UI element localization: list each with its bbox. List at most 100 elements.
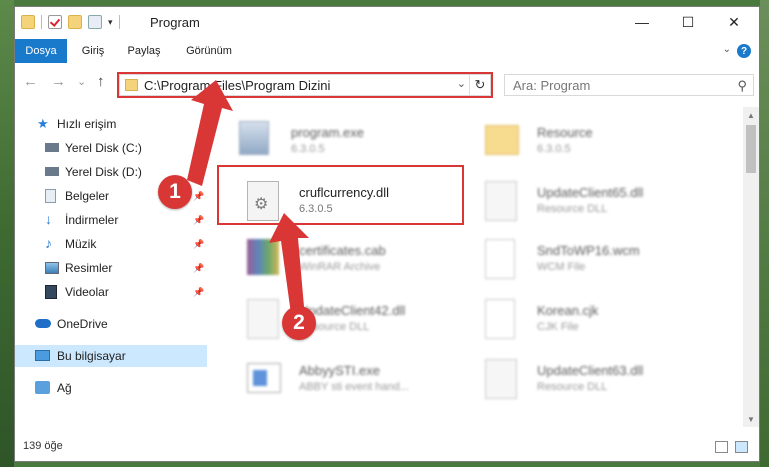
file-name: UpdateClient65.dll [537,185,644,200]
item-count: 139 öğe [23,440,63,452]
ribbon-tabs: Dosya Giriş Paylaş Görünüm ⌄ ? [15,39,759,64]
pin-icon[interactable]: 📌 [193,167,204,178]
download-icon: ↓ [45,211,52,227]
minimize-button[interactable]: — [619,7,665,37]
close-button[interactable]: ✕ [711,7,757,37]
videos-icon [45,285,57,299]
file-name: Korean.cjk [537,303,599,318]
file-tile[interactable]: Resource 6.3.0.5 [485,117,715,167]
folder-icon [485,125,519,155]
file-detail: 6.3.0.5 [291,143,325,155]
cloud-icon [35,319,51,328]
file-name: SndToWP16.wcm [537,243,640,258]
file-tile[interactable]: UpdateClient63.dll Resource DLL [485,355,715,405]
status-bar: 139 öğe [15,435,759,461]
window-title: Program [150,15,200,30]
file-name: AbbyySTI.exe [299,363,380,378]
file-name: UpdateClient42.dll [299,303,406,318]
title-bar: ▾ Program — ☐ ✕ [15,7,759,39]
details-view-icon[interactable] [715,441,728,453]
file-detail: CJK File [537,321,579,333]
sidebar-item-videos[interactable]: Videolar 📌 [15,281,207,303]
forward-button[interactable]: → [51,73,66,90]
computer-icon [35,350,50,361]
blank-file-icon [485,239,515,279]
sidebar-item-downloads[interactable]: ↓ İndirmeler 📌 [15,209,207,231]
sidebar-item-label: Hızlı erişim [57,117,117,131]
navigation-bar: ← → ⌄ ↑ C:\Program Files\Program Dizini … [15,63,759,101]
file-detail: 6.3.0.5 [537,143,571,155]
up-button[interactable]: ↑ [97,73,105,90]
file-name: program.exe [291,125,364,140]
sidebar-item-label: İndirmeler [65,213,119,227]
sidebar-item-music[interactable]: ♪ Müzik 📌 [15,233,207,255]
sidebar-item-label: Bu bilgisayar [57,349,126,363]
tab-gorunum[interactable]: Görünüm [177,39,241,63]
drive-icon [45,143,59,152]
tab-paylas[interactable]: Paylaş [119,39,169,63]
pin-icon[interactable]: 📌 [193,263,204,274]
back-button[interactable]: ← [23,73,38,90]
toolbar-divider [118,15,120,29]
customize-dropdown-icon[interactable]: ▾ [108,17,113,28]
search-placeholder: Ara: Program [513,78,591,93]
sidebar-item-label: OneDrive [57,317,108,331]
large-icons-view-icon[interactable] [735,441,748,453]
pin-icon[interactable]: 📌 [193,287,204,298]
properties-check-icon[interactable] [48,15,62,29]
sidebar-item-network[interactable]: Ağ [15,377,207,399]
vertical-scrollbar[interactable]: ▲ ▼ [743,107,759,427]
search-box[interactable]: Ara: Program ⚲ [504,74,754,96]
sidebar-item-onedrive[interactable]: OneDrive [15,313,207,335]
file-tile[interactable]: certificates.cab WinRAR Archive [247,235,477,285]
search-icon[interactable]: ⚲ [737,78,747,94]
file-highlight-box [217,165,464,225]
sidebar-item-label: Müzik [65,237,97,251]
pin-icon[interactable]: 📌 [193,239,204,250]
expand-ribbon-icon[interactable]: ⌄ [723,44,731,55]
sidebar-item-pictures[interactable]: Resimler 📌 [15,257,207,279]
file-detail: WinRAR Archive [299,261,381,273]
tab-giris[interactable]: Giriş [73,39,113,63]
customize-icon[interactable] [88,15,102,29]
sidebar-item-label: Yerel Disk (D:) [65,165,142,179]
maximize-button[interactable]: ☐ [665,7,711,37]
dll-gear-icon [485,181,517,221]
file-detail: Resource DLL [537,203,608,215]
pin-icon[interactable]: 📌 [193,191,204,202]
explorer-window: ▾ Program — ☐ ✕ Dosya Giriş Paylaş Görün… [14,6,760,462]
new-folder-icon[interactable] [68,15,82,29]
pictures-icon [45,262,59,274]
scroll-thumb[interactable] [746,125,756,173]
music-icon: ♪ [45,235,52,251]
help-icon[interactable]: ? [737,44,751,58]
file-name: certificates.cab [299,243,386,258]
file-tile[interactable]: AbbyySTI.exe ABBY sti event hand... [247,355,477,405]
file-tile[interactable]: Korean.cjk CJK File [485,295,715,345]
quick-access-toolbar: ▾ [21,15,120,29]
exe-window-icon [247,363,281,393]
tab-dosya[interactable]: Dosya [15,39,67,63]
sidebar-item-quick-access[interactable]: ★ Hızlı erişim [15,113,207,135]
scroll-up-icon[interactable]: ▲ [743,107,759,123]
file-tile[interactable]: SndToWP16.wcm WCM File [485,235,715,285]
file-detail: WCM File [537,261,586,273]
toolbar-divider [41,15,42,29]
archive-icon [247,239,279,275]
file-detail: Resource DLL [537,381,608,393]
step-marker-1: 1 [158,175,192,209]
recent-locations-button[interactable]: ⌄ [77,75,86,88]
drive-icon [45,167,59,176]
sidebar-item-label: Ağ [57,381,72,395]
documents-icon [45,189,56,203]
sidebar-item-label: Yerel Disk (C:) [65,141,142,155]
file-tile[interactable]: UpdateClient65.dll Resource DLL [485,177,715,227]
file-tile[interactable]: program.exe 6.3.0.5 [239,117,469,167]
pin-icon[interactable]: 📌 [193,215,204,226]
network-icon [35,381,50,394]
desktop-background-right [760,0,769,467]
scroll-down-icon[interactable]: ▼ [743,411,759,427]
sidebar-item-this-pc[interactable]: Bu bilgisayar [15,345,207,367]
sidebar-item-disk-c[interactable]: Yerel Disk (C:) [15,137,207,159]
sidebar-item-label: Resimler [65,261,113,275]
